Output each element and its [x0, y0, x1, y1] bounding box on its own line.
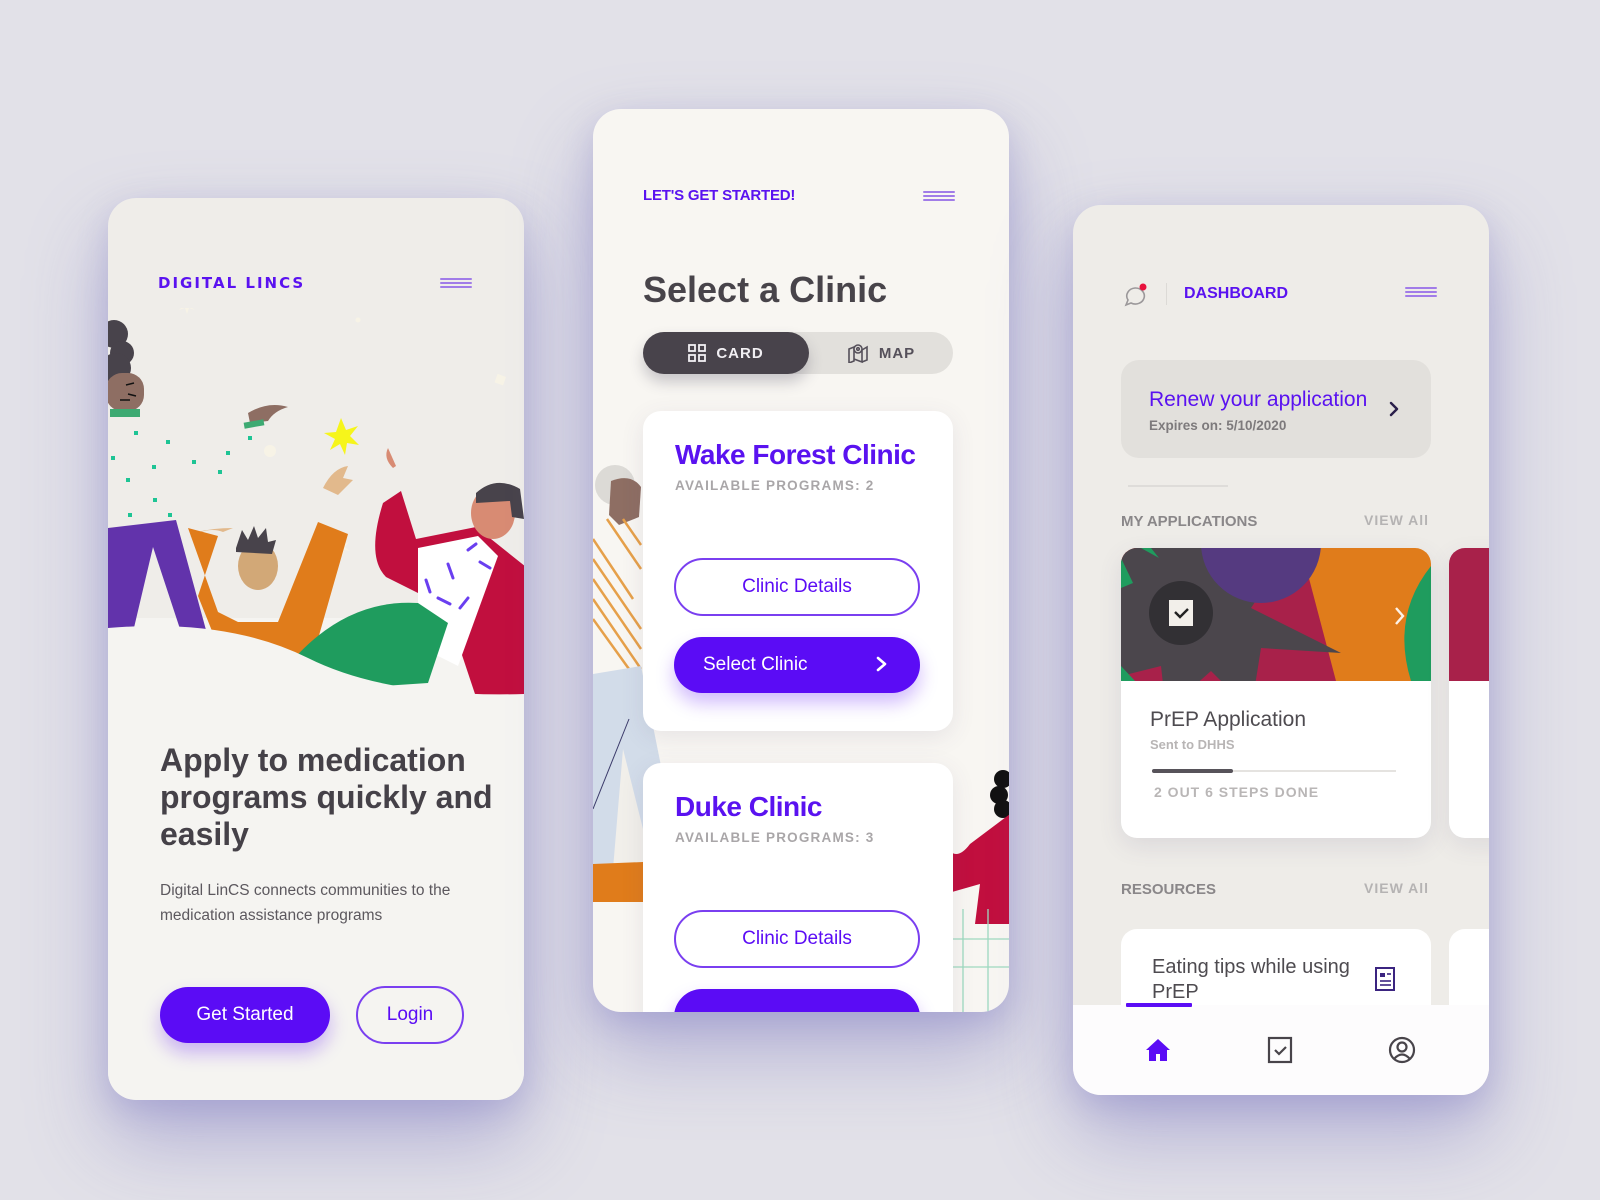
select-clinic-screen: LET'S GET STARTED! Select a Clinic CARD … [593, 109, 1009, 1012]
clinic-details-button[interactable]: Clinic Details [674, 558, 920, 616]
user-circle-icon[interactable] [1387, 1035, 1417, 1065]
renew-title: Renew your application [1149, 388, 1368, 411]
people-celebrating-illustration [108, 308, 524, 728]
resources-label: RESOURCES [1121, 881, 1217, 898]
chevron-right-icon [876, 656, 887, 672]
clinic-details-button[interactable]: Clinic Details [674, 910, 920, 968]
renew-expiry: Expires on: 5/10/2020 [1149, 418, 1287, 433]
application-card-peek[interactable] [1449, 548, 1489, 838]
chat-notification-icon[interactable] [1123, 283, 1149, 309]
chevron-right-icon [1389, 401, 1399, 417]
toggle-map-option[interactable]: MAP [809, 332, 953, 374]
kicker-text: LET'S GET STARTED! [643, 187, 796, 204]
clinic-name: Duke Clinic [675, 791, 822, 822]
application-progress-bar [1152, 769, 1396, 773]
resources-view-all-link[interactable]: VIEW All [1364, 880, 1429, 896]
home-icon[interactable] [1143, 1035, 1173, 1065]
select-clinic-label: Select Clinic [703, 654, 808, 675]
application-card-artwork [1449, 548, 1489, 681]
toggle-card-label: CARD [716, 344, 764, 362]
select-clinic-button[interactable]: Select Clinic [674, 637, 920, 693]
application-status: Sent to DHHS [1150, 737, 1235, 752]
clinic-card: Wake Forest Clinic AVAILABLE PROGRAMS: 2… [643, 411, 953, 731]
applications-view-all-link[interactable]: VIEW All [1364, 512, 1429, 528]
document-icon [1375, 967, 1395, 991]
page-title: DASHBOARD [1184, 285, 1288, 302]
toggle-card-option[interactable]: CARD [643, 332, 809, 374]
divider [1128, 485, 1228, 487]
select-clinic-button[interactable] [674, 989, 920, 1012]
renew-application-banner[interactable]: Renew your application Expires on: 5/10/… [1121, 360, 1431, 458]
clinic-name: Wake Forest Clinic [675, 439, 916, 470]
progress-text: 2 OUT 6 STEPS DONE [1154, 784, 1320, 800]
subtext: Digital LinCS connects communities to th… [160, 882, 451, 924]
headline: Apply to medication programs quickly and… [160, 742, 493, 852]
get-started-button[interactable]: Get Started [160, 987, 330, 1043]
clinic-card: Duke Clinic AVAILABLE PROGRAMS: 3 Clinic… [643, 763, 953, 1012]
login-button[interactable]: Login [356, 986, 464, 1044]
active-tab-indicator [1126, 1003, 1192, 1007]
resource-title: Eating tips while using PrEP [1152, 956, 1350, 1003]
checkbox-icon[interactable] [1265, 1035, 1295, 1065]
hamburger-icon[interactable] [440, 276, 472, 290]
bottom-tab-bar [1073, 1003, 1489, 1095]
hamburger-icon[interactable] [1405, 285, 1437, 299]
divider [1166, 283, 1167, 305]
welcome-screen: DIGITAL LINCS Apply to medication progra… [108, 198, 524, 1100]
application-card[interactable]: PrEP Application Sent to DHHS 2 OUT 6 ST… [1121, 548, 1431, 838]
available-programs: AVAILABLE PROGRAMS: 3 [675, 830, 875, 845]
hamburger-icon[interactable] [923, 189, 955, 203]
brand-logo: DIGITAL LINCS [158, 274, 306, 292]
my-applications-label: MY APPLICATIONS [1121, 513, 1258, 530]
application-name: PrEP Application [1150, 708, 1307, 731]
map-pin-icon [848, 344, 868, 363]
application-card-artwork [1121, 548, 1431, 681]
progress-fill [1152, 769, 1234, 773]
dashboard-screen: DASHBOARD Renew your application Expires… [1073, 205, 1489, 1095]
grid-icon [688, 344, 707, 362]
available-programs: AVAILABLE PROGRAMS: 2 [675, 478, 875, 493]
page-title: Select a Clinic [643, 269, 888, 310]
view-toggle: CARD MAP [643, 332, 953, 374]
toggle-map-label: MAP [878, 344, 916, 362]
